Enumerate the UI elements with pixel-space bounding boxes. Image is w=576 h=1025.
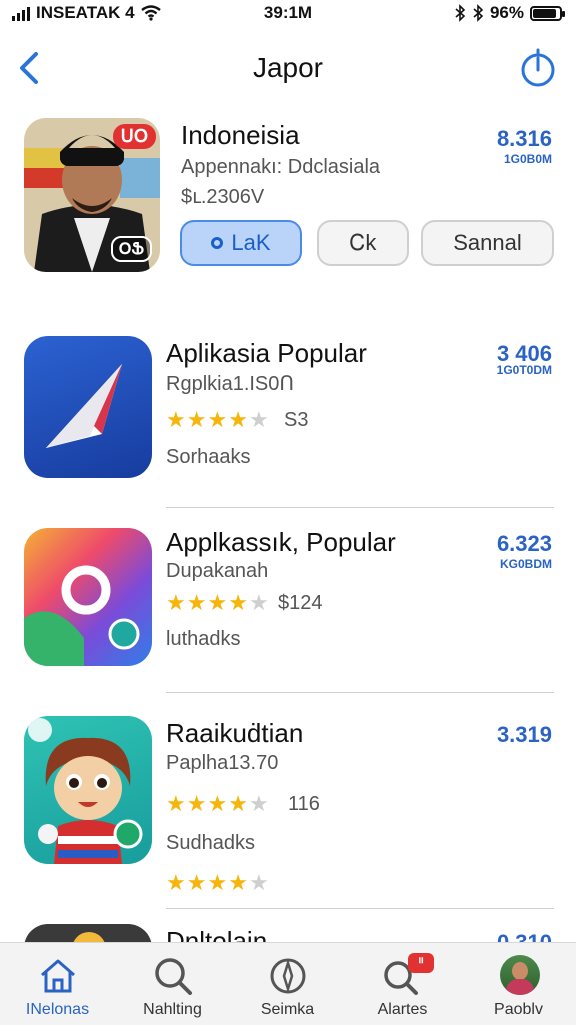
star-icon: ★ bbox=[166, 791, 186, 816]
tab-label: Alartes bbox=[377, 1001, 428, 1018]
featured-app-price: $ւ.2306V bbox=[181, 186, 265, 208]
featured-app-name: Indoneisia bbox=[181, 120, 300, 150]
battery-fill bbox=[533, 8, 557, 18]
star-icon: ★ bbox=[166, 870, 186, 895]
featured-app-icon[interactable]: ՍՕ ՕՖ bbox=[24, 118, 160, 272]
featured-app-subtitle: Appennakı: Ddclasiala bbox=[181, 156, 381, 178]
featured-rating-sub: 1G0B0M bbox=[503, 152, 552, 166]
app-name: Applkassık, Popular bbox=[166, 527, 396, 557]
search-shape bbox=[24, 565, 140, 666]
star-empty-icon: ★ bbox=[248, 870, 269, 895]
notification-badge: ᐦ bbox=[408, 953, 434, 973]
featured-overlay-badge: ՕՖ bbox=[110, 236, 152, 262]
cartoon-shape bbox=[28, 718, 143, 864]
app-category: luthadks bbox=[166, 628, 241, 650]
battery-percent: 96% bbox=[489, 3, 524, 22]
star-rating-secondary: ★ ★ ★ ★ ★ bbox=[166, 872, 269, 894]
tab-home[interactable]: INelonas bbox=[0, 943, 115, 1025]
app-subtitle: Rgplkia1.IS0Ո bbox=[166, 373, 295, 395]
app-rating: 3.319 bbox=[496, 722, 552, 747]
search-icon bbox=[155, 958, 192, 995]
app-name: Raaikuḋtian bbox=[166, 718, 304, 748]
status-bar: INSEATAK 4 39:1M 96% bbox=[0, 0, 576, 28]
timer-icon[interactable] bbox=[518, 46, 558, 90]
star-icon: ★ bbox=[186, 407, 207, 432]
featured-rating: 8.316 bbox=[496, 126, 552, 151]
star-icon: ★ bbox=[228, 791, 248, 816]
ok-button-label: Ꮯk bbox=[349, 230, 377, 255]
get-button[interactable]: LaK bbox=[180, 220, 302, 266]
tab-explore[interactable]: Seimka bbox=[230, 943, 345, 1025]
star-icon: ★ bbox=[207, 407, 228, 432]
star-empty-icon: ★ bbox=[248, 791, 269, 816]
featured-badge: ՍՕ bbox=[112, 124, 156, 149]
share-button-label: Sannal bbox=[453, 230, 522, 255]
tab-label: INelonas bbox=[25, 1001, 90, 1018]
star-rating: ★ ★ ★ ★ ★ bbox=[166, 409, 269, 431]
tab-label: Seimka bbox=[260, 1001, 315, 1018]
get-button-label: LaK bbox=[231, 230, 271, 255]
tab-search[interactable]: Nahlting bbox=[115, 943, 230, 1025]
tab-label: Paoblv bbox=[494, 1001, 543, 1018]
gradient-search-icon[interactable] bbox=[24, 528, 152, 666]
home-icon bbox=[41, 959, 75, 993]
tab-profile[interactable]: Paoblv bbox=[461, 943, 576, 1025]
star-icon: ★ bbox=[228, 870, 248, 895]
star-empty-icon: ★ bbox=[248, 590, 269, 615]
page-title: Japor bbox=[252, 52, 324, 83]
plane-shape bbox=[46, 364, 122, 448]
app-category: Sorhaaks bbox=[166, 446, 251, 468]
share-button[interactable]: Sannal bbox=[421, 220, 554, 266]
cartoon-character-icon[interactable] bbox=[24, 716, 152, 864]
ok-button[interactable]: Ꮯk bbox=[317, 220, 409, 266]
review-count: S3 bbox=[284, 409, 309, 431]
review-count: 116 bbox=[288, 793, 320, 815]
compass-icon bbox=[270, 958, 306, 994]
tab-bar: INelonas Nahlting Seimka ᐦ Alartes Paobl… bbox=[0, 942, 576, 1025]
bluetooth-icon bbox=[455, 4, 466, 22]
tab-alerts[interactable]: ᐦ Alartes bbox=[345, 943, 460, 1025]
status-right: 96% bbox=[454, 3, 565, 23]
app-subtitle: Dupakanah bbox=[166, 560, 269, 582]
star-icon: ★ bbox=[186, 870, 207, 895]
app-rating: 6.323 bbox=[496, 531, 552, 556]
divider bbox=[166, 692, 554, 693]
divider bbox=[166, 908, 554, 909]
review-count: $124 bbox=[278, 592, 323, 614]
bluetooth-icon-2 bbox=[473, 4, 484, 22]
star-icon: ★ bbox=[186, 791, 207, 816]
app-rating-sub: 1G0T0DM bbox=[496, 363, 552, 377]
nav-bar: Japor bbox=[0, 40, 576, 96]
star-icon: ★ bbox=[207, 791, 228, 816]
star-icon: ★ bbox=[207, 590, 228, 615]
profile-avatar-icon bbox=[500, 955, 540, 995]
battery-icon bbox=[530, 5, 565, 21]
tab-label: Nahlting bbox=[143, 1001, 202, 1018]
target-icon bbox=[211, 237, 224, 249]
paper-plane-icon[interactable] bbox=[24, 336, 152, 478]
app-category: Sudhadks bbox=[166, 832, 255, 854]
star-icon: ★ bbox=[228, 590, 248, 615]
divider bbox=[166, 507, 554, 508]
star-empty-icon: ★ bbox=[248, 407, 269, 432]
star-rating: ★ ★ ★ ★ ★ bbox=[166, 793, 269, 815]
star-icon: ★ bbox=[207, 870, 228, 895]
star-icon: ★ bbox=[228, 407, 248, 432]
star-rating: ★ ★ ★ ★ ★ bbox=[166, 592, 269, 614]
app-subtitle: Paplha13.70 bbox=[166, 752, 279, 774]
star-icon: ★ bbox=[166, 590, 186, 615]
app-rating-sub: KG0BDM bbox=[499, 557, 552, 571]
app-name: Aplikasia Popular bbox=[166, 338, 367, 368]
star-icon: ★ bbox=[166, 407, 186, 432]
star-icon: ★ bbox=[186, 590, 207, 615]
